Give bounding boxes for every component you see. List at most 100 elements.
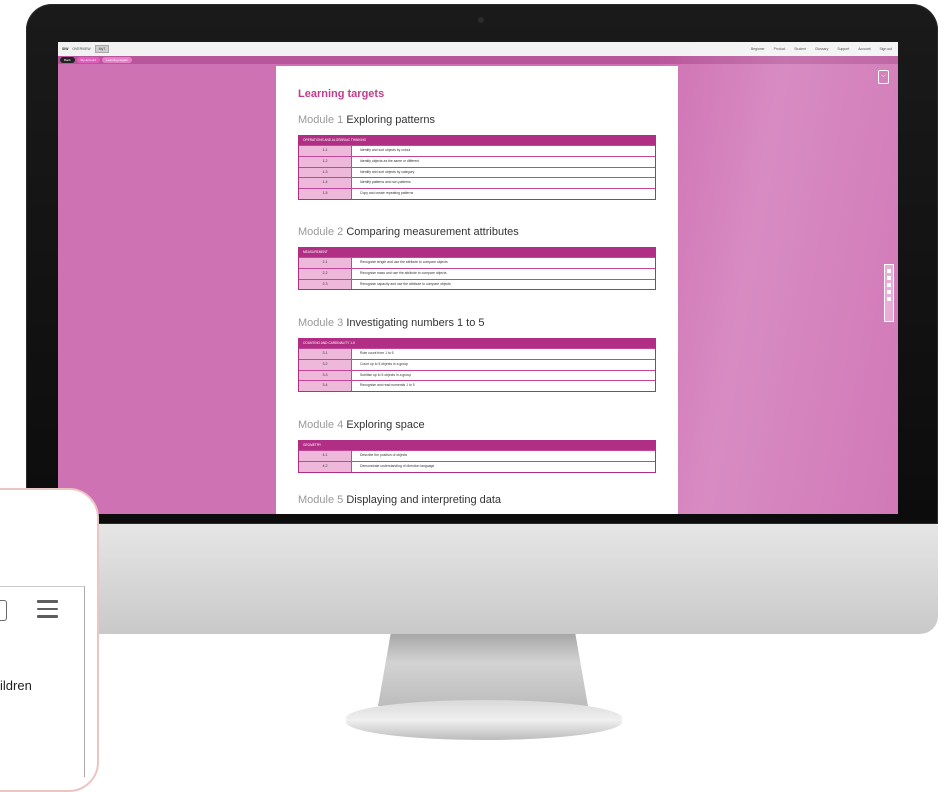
- module-number: Module 2: [298, 226, 344, 238]
- target-desc: Rote count from 1 to 5: [360, 351, 394, 355]
- module-heading: Module 3 Investigating numbers 1 to 5: [298, 317, 658, 329]
- target-code: 1.3: [299, 167, 352, 178]
- side-toolbar[interactable]: [884, 264, 894, 322]
- table-row: 2.2 Recognise mass and use the attribute…: [299, 267, 655, 279]
- table-row: 3.3 Subitise up to 5 objects in a group: [299, 369, 655, 381]
- imac-chin: [26, 524, 938, 634]
- target-desc: Count up to 5 objects in a group: [360, 361, 409, 366]
- menu-item[interactable]: Beginner: [751, 47, 765, 51]
- target-code: 3.4: [299, 381, 352, 392]
- table-header: Geometry: [299, 441, 655, 450]
- target-desc: Copy and create repeating patterns: [360, 191, 414, 196]
- breadcrumb-item[interactable]: Learning targets: [102, 57, 132, 63]
- phone-body-text: ildren: [0, 678, 32, 693]
- screen-reflection: [658, 42, 898, 514]
- menu-item[interactable]: Student: [794, 47, 806, 51]
- table-row: 3.2 Count up to 5 objects in a group: [299, 358, 655, 370]
- module-number: Module 3: [298, 317, 344, 329]
- target-desc: Describe the position of objects: [360, 453, 408, 457]
- table-header: Operations and algebraic thinking: [299, 136, 655, 145]
- module-name: Exploring patterns: [346, 114, 435, 126]
- target-code: 2.1: [299, 258, 352, 268]
- page-title: Learning targets: [298, 88, 385, 100]
- document-page: Learning targets Module 1 Exploring patt…: [276, 66, 678, 514]
- table-row: 4.1 Describe the position of objects: [299, 450, 655, 461]
- target-code: 3.1: [299, 349, 352, 359]
- module-section: Module 4 Exploring space Geometry 4.1 De…: [298, 419, 658, 473]
- targets-table: Operations and algebraic thinking 1.1 Id…: [298, 135, 656, 200]
- table-row: 1.1 Identify and sort objects by colour: [299, 145, 655, 156]
- table-row: 4.2 Demonstrate understanding of directi…: [299, 460, 655, 472]
- module-heading: Module 4 Exploring space: [298, 419, 658, 431]
- table-row: 2.1 Recognise length and use the attribu…: [299, 257, 655, 268]
- target-code: 2.3: [299, 279, 352, 290]
- module-heading: Module 5 Displaying and interpreting dat…: [298, 494, 658, 506]
- targets-table: Counting and cardinality 1-5 3.1 Rote co…: [298, 338, 656, 393]
- module-name: Comparing measurement attributes: [346, 226, 519, 238]
- table-row: 3.4 Recognise and read numerals 1 to 5: [299, 380, 655, 392]
- square-icon[interactable]: [0, 600, 7, 621]
- table-row: 1.5 Copy and create repeating patterns: [299, 188, 655, 199]
- module-name: Displaying and interpreting data: [346, 494, 502, 506]
- target-desc: Recognise capacity and use the attribute…: [360, 281, 451, 286]
- target-code: 3.2: [299, 359, 352, 370]
- table-row: 2.3 Recognise capacity and use the attri…: [299, 278, 655, 290]
- breadcrumb: Back My account Learning targets: [58, 56, 898, 64]
- toolbar-dot[interactable]: [887, 297, 891, 301]
- module-section: Module 3 Investigating numbers 1 to 5 Co…: [298, 317, 658, 393]
- target-desc: Recognise mass and use the attribute to …: [360, 270, 447, 275]
- module-heading: Module 1 Exploring patterns: [298, 114, 658, 126]
- top-menu: Beginner Product Student Glossary Suppor…: [751, 47, 892, 51]
- table-row: 1.2 Identify objects as the same or diff…: [299, 155, 655, 167]
- imac-stand-base: [346, 700, 622, 740]
- menu-item[interactable]: Sign out: [880, 47, 892, 51]
- table-header: Counting and cardinality 1-5: [299, 339, 655, 348]
- module-section: Module 2 Comparing measurement attribute…: [298, 226, 658, 291]
- menu-item[interactable]: Account: [858, 47, 870, 51]
- target-code: 1.4: [299, 178, 352, 189]
- targets-table: Geometry 4.1 Describe the position of ob…: [298, 440, 656, 473]
- target-desc: Recognise and read numerals 1 to 5: [360, 383, 415, 388]
- monitor-screen: SIW OVERVIEW MyT Beginner Product Studen…: [58, 42, 898, 514]
- target-code: 4.1: [299, 451, 352, 461]
- target-desc: Identify and sort objects by colour: [360, 148, 411, 152]
- menu-item[interactable]: Glossary: [815, 47, 828, 51]
- module-name: Investigating numbers 1 to 5: [346, 317, 485, 329]
- hamburger-icon[interactable]: [37, 600, 58, 618]
- target-desc: Identify patterns and non-patterns: [360, 180, 411, 185]
- target-code: 1.2: [299, 156, 352, 167]
- tab-active[interactable]: MyT: [94, 45, 110, 53]
- camera: [478, 17, 484, 23]
- expand-icon[interactable]: ⌵: [878, 70, 889, 84]
- app-topbar: SIW OVERVIEW MyT Beginner Product Studen…: [58, 42, 898, 57]
- module-number: Module 4: [298, 419, 344, 431]
- target-code: 1.1: [299, 146, 352, 156]
- target-desc: Recognise length and use the attribute t…: [360, 260, 448, 264]
- table-row: 1.4 Identify patterns and non-patterns: [299, 177, 655, 189]
- toolbar-dot[interactable]: [887, 276, 891, 280]
- menu-item[interactable]: Product: [774, 47, 786, 51]
- toolbar-dot[interactable]: [887, 269, 891, 273]
- table-row: 1.3 Identify and sort objects by categor…: [299, 166, 655, 178]
- target-code: 3.3: [299, 370, 352, 381]
- targets-table: Measurement 2.1 Recognise length and use…: [298, 247, 656, 291]
- table-row: 3.1 Rote count from 1 to 5: [299, 348, 655, 359]
- module-number: Module 5: [298, 494, 344, 506]
- toolbar-dot[interactable]: [887, 283, 891, 287]
- breadcrumb-item[interactable]: My account: [76, 57, 101, 63]
- module-number: Module 1: [298, 114, 344, 126]
- target-desc: Demonstrate understanding of direction l…: [360, 463, 435, 468]
- module-heading: Module 2 Comparing measurement attribute…: [298, 226, 658, 238]
- target-code: 4.2: [299, 461, 352, 472]
- breadcrumb-item[interactable]: Back: [60, 57, 75, 63]
- menu-item[interactable]: Support: [837, 47, 849, 51]
- module-section: Module 5 Displaying and interpreting dat…: [298, 494, 658, 506]
- app-brand[interactable]: SIW: [62, 47, 68, 51]
- toolbar-dot[interactable]: [887, 290, 891, 294]
- target-desc: Identify and sort objects by category: [360, 169, 415, 174]
- table-header: Measurement: [299, 248, 655, 257]
- module-section: Module 1 Exploring patterns Operations a…: [298, 114, 658, 200]
- module-name: Exploring space: [346, 419, 425, 431]
- tab-overview[interactable]: OVERVIEW: [72, 47, 90, 51]
- target-desc: Identify objects as the same or differen…: [360, 158, 420, 163]
